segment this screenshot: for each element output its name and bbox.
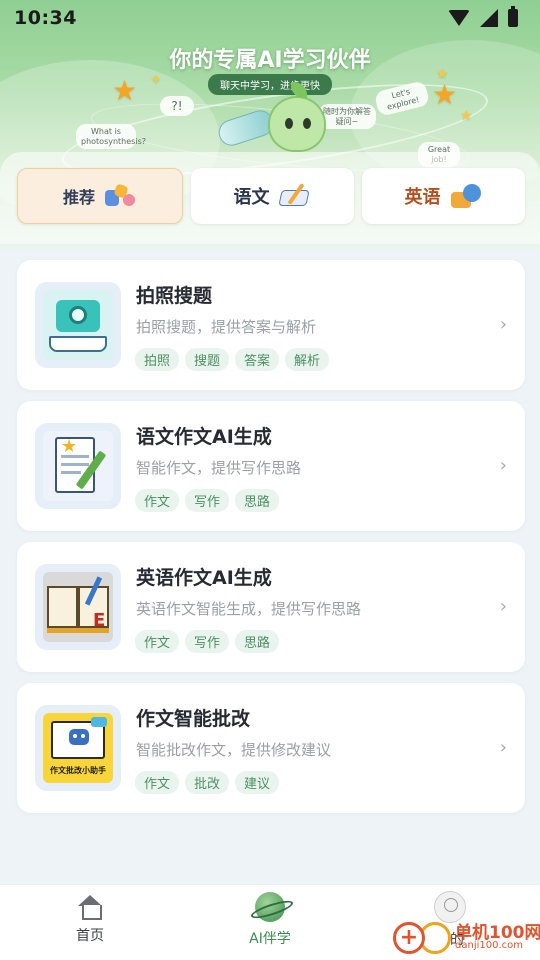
card-tags: 作文 写作 思路 [135,630,280,653]
status-icons [448,6,518,27]
card-title: 英语作文AI生成 [136,567,272,589]
card-thumbnail [35,282,121,368]
card-description: 智能作文，提供写作思路 [136,459,302,477]
wifi-icon [448,10,470,26]
card-thumbnail: ★ [35,423,121,509]
planet-icon [255,892,285,922]
tab-english[interactable]: 英语 [362,168,525,224]
tab-recommend[interactable]: 推荐 [17,168,183,224]
star-icon: ★ [460,108,473,124]
tag: 思路 [235,630,280,653]
feature-card-english-essay[interactable]: E 英语作文AI生成 英语作文智能生成，提供写作思路 作文 写作 思路 › [17,542,525,672]
star-icon: ★ [432,78,458,111]
watermark-logo: + [393,922,425,954]
tag: 答案 [235,348,280,371]
speech-bubble: 随时为你解答疑问~ [318,104,376,130]
status-time: 10:34 [14,7,77,29]
card-title: 语文作文AI生成 [136,426,272,448]
tab-chinese[interactable]: 语文 [191,168,354,224]
watermark-url: danji100.com [455,940,523,951]
card-tags: 作文 写作 思路 [135,489,280,512]
tag: 拍照 [135,348,180,371]
nav-label: AI伴学 [249,931,291,947]
tag: 思路 [235,489,280,512]
card-title: 拍照搜题 [136,285,213,307]
tag: 作文 [135,489,180,512]
feature-card-photo-search[interactable]: 拍照搜题 拍照搜题，提供答案与解析 拍照 搜题 答案 解析 › [17,260,525,390]
tag: 作文 [135,630,180,653]
feature-card-essay-correction[interactable]: 作文批改小助手 作文智能批改 智能批改作文，提供修改建议 作文 批改 建议 › [17,683,525,813]
card-description: 英语作文智能生成，提供写作思路 [136,600,362,618]
star-icon: ✦ [150,72,162,88]
nav-home[interactable]: 首页 [35,895,145,945]
gift-boxes-icon [103,182,137,210]
thumbnail-caption: 作文批改小助手 [50,766,106,775]
document-star-icon: ★ [43,431,113,501]
tab-label: 推荐 [62,188,95,207]
chevron-right-icon: › [499,596,507,617]
star-icon: ★ [436,66,449,82]
home-icon [77,895,103,920]
battery-icon [508,6,518,27]
tag: 批改 [185,771,230,794]
tag: 搜题 [185,348,230,371]
nav-ai-companion[interactable]: AI伴学 [215,892,325,948]
speech-bubble: What is photosynthesis? [76,124,146,150]
hero-subtitle: 聊天中学习，进步更快 [208,74,332,95]
card-title: 作文智能批改 [136,708,251,730]
feature-card-chinese-essay[interactable]: ★ 语文作文AI生成 智能作文，提供写作思路 作文 写作 思路 › [17,401,525,531]
site-watermark: + 单机100网 danji100.com [393,916,540,960]
card-thumbnail: E [35,564,121,650]
status-bar: 10:34 [0,0,540,36]
signal-icon [480,9,498,27]
card-tags: 拍照 搜题 答案 解析 [135,348,330,371]
star-icon: ★ [112,74,138,107]
tag: 建议 [235,771,280,794]
card-tags: 作文 批改 建议 [135,771,280,794]
chevron-right-icon: › [499,314,507,335]
card-description: 拍照搜题，提供答案与解析 [136,318,317,336]
card-description: 智能批改作文，提供修改建议 [136,741,332,759]
open-book-e-icon: E [43,572,113,642]
chevron-right-icon: › [499,737,507,758]
card-thumbnail: 作文批改小助手 [35,705,121,791]
chevron-right-icon: › [499,455,507,476]
robot-notebook-icon: 作文批改小助手 [43,713,113,783]
tag: 写作 [185,489,230,512]
tab-label: 语文 [233,187,270,208]
hero-title: 你的专属AI学习伙伴 [169,48,371,73]
tab-label: 英语 [404,187,441,208]
tag: 作文 [135,771,180,794]
camera-book-icon [43,290,113,360]
tag: 写作 [185,630,230,653]
globe-book-icon [449,182,483,210]
book-pencil-icon [277,182,312,210]
mascot-image [268,82,326,152]
speech-bubble-question: ?! [160,96,194,116]
tag: 解析 [285,348,330,371]
nav-label: 首页 [76,928,104,944]
